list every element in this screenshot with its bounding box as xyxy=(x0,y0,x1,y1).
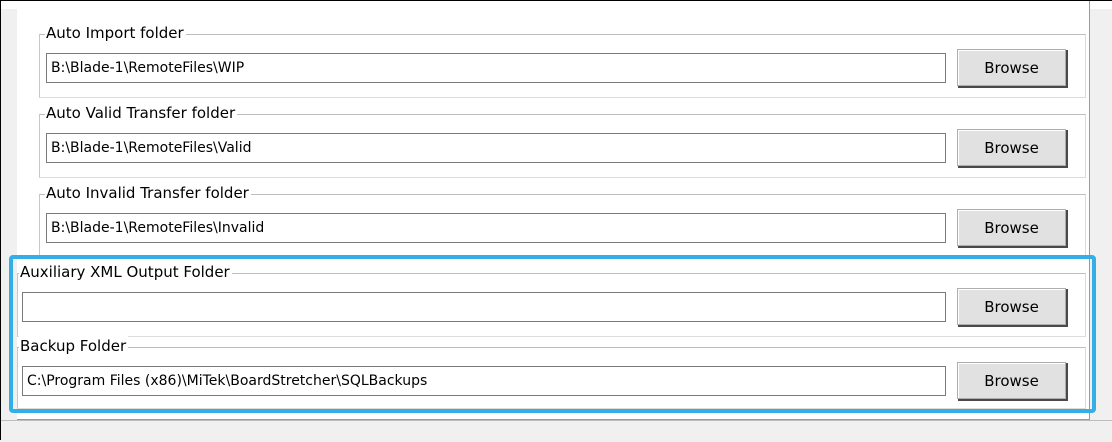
status-bar xyxy=(1,420,1112,442)
backup-folder-label: Backup Folder xyxy=(19,336,129,356)
auto-invalid-transfer-browse-button[interactable]: Browse xyxy=(957,209,1068,248)
auto-import-folder-group: Auto Import folder Browse xyxy=(39,23,1086,98)
auto-valid-transfer-folder-group: Auto Valid Transfer folder Browse xyxy=(39,103,1086,178)
folder-settings-panel: Auto Import folder Browse Auto Valid Tra… xyxy=(17,1,1090,420)
settings-window: Auto Import folder Browse Auto Valid Tra… xyxy=(0,0,1112,442)
auto-invalid-transfer-folder-input[interactable] xyxy=(46,213,946,243)
auto-import-browse-button[interactable]: Browse xyxy=(957,49,1068,88)
auto-valid-transfer-browse-button[interactable]: Browse xyxy=(957,129,1068,168)
auto-invalid-transfer-folder-label: Auto Invalid Transfer folder xyxy=(45,183,251,203)
backup-folder-group: Backup Folder Browse xyxy=(17,336,1086,409)
auto-invalid-transfer-folder-group: Auto Invalid Transfer folder Browse xyxy=(39,183,1086,258)
auxiliary-xml-output-folder-group: Auxiliary XML Output Folder Browse xyxy=(17,262,1086,337)
auxiliary-xml-output-folder-label: Auxiliary XML Output Folder xyxy=(19,262,232,282)
auto-valid-transfer-folder-label: Auto Valid Transfer folder xyxy=(45,103,238,123)
backup-folder-browse-button[interactable]: Browse xyxy=(957,362,1068,401)
auto-import-folder-input[interactable] xyxy=(46,53,946,83)
backup-folder-input[interactable] xyxy=(22,366,946,396)
auto-import-folder-label: Auto Import folder xyxy=(45,23,186,43)
auxiliary-xml-output-folder-input[interactable] xyxy=(22,292,946,322)
auto-valid-transfer-folder-input[interactable] xyxy=(46,133,946,163)
auxiliary-xml-browse-button[interactable]: Browse xyxy=(957,288,1068,327)
